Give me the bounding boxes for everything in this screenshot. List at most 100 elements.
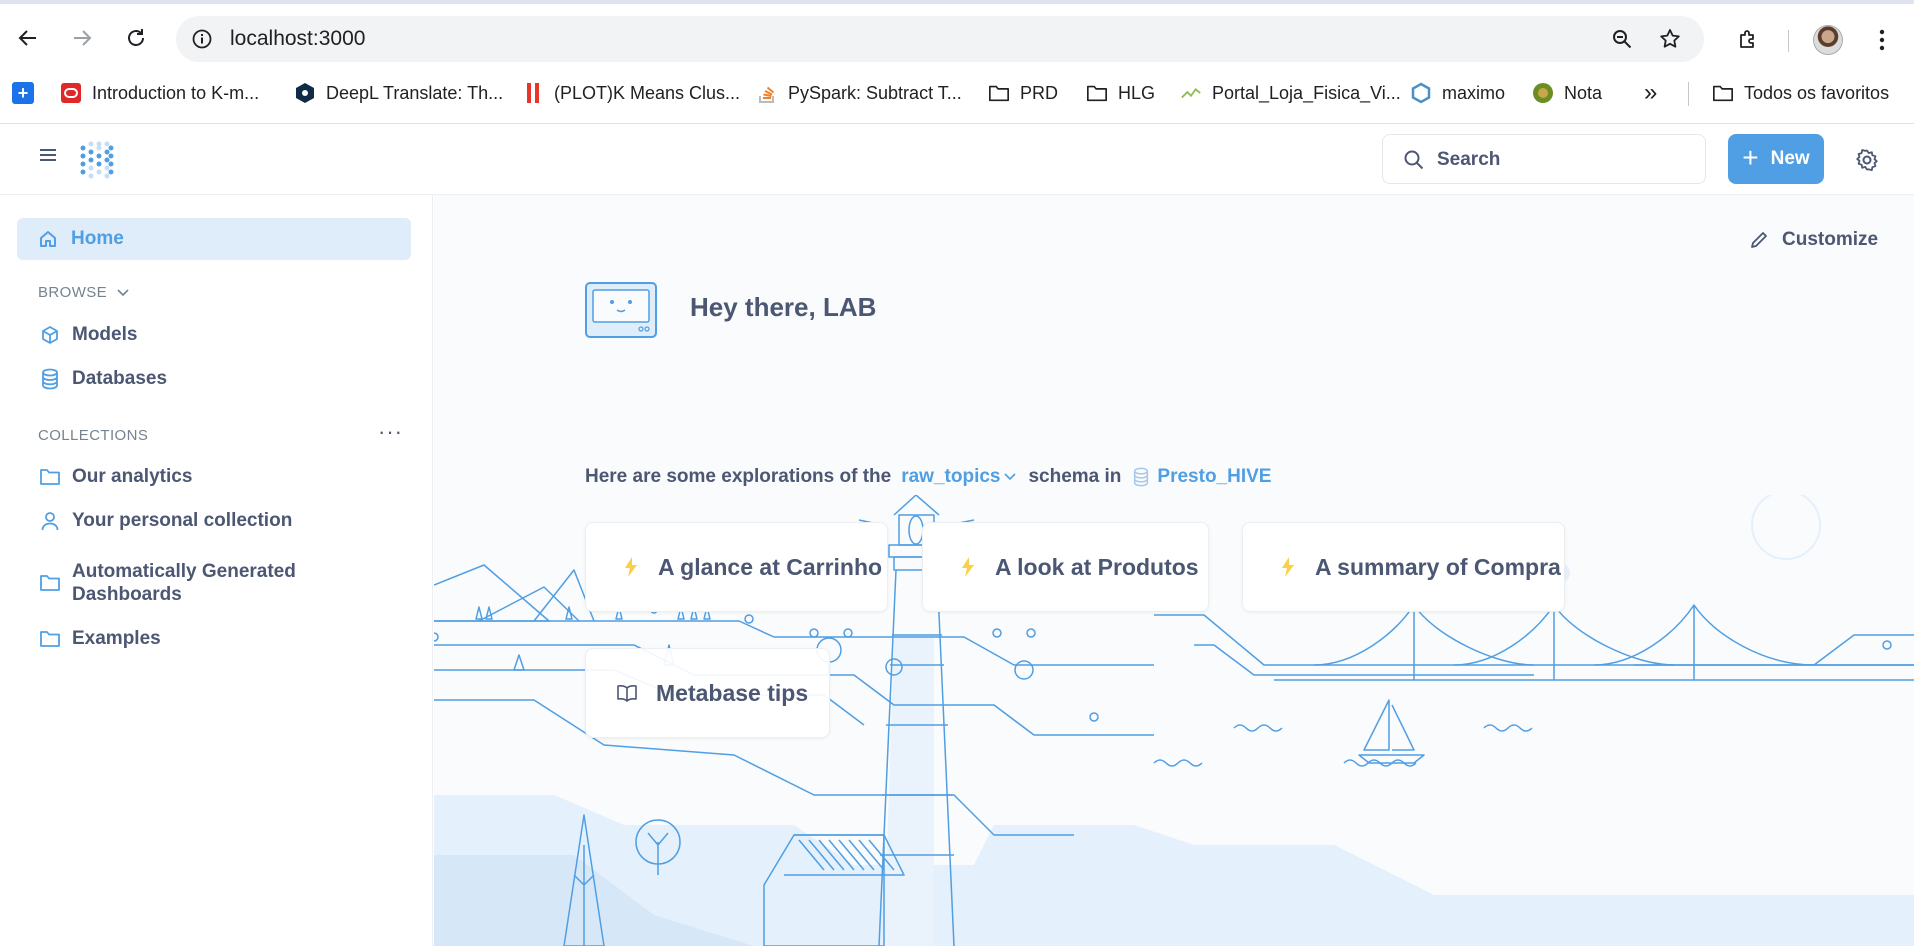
plus-icon: + [1742,141,1759,173]
forward-arrow-icon [74,30,92,46]
chevron-down-icon[interactable] [1004,473,1017,481]
sidebar-item-databases[interactable]: Databases [38,367,167,391]
toolbar-divider [1788,30,1789,52]
bookmark-folder[interactable]: PRD [988,72,1058,114]
folder-icon [1712,82,1734,104]
browse-heading[interactable]: BROWSE [38,284,129,301]
profile-button[interactable] [1810,22,1846,58]
sidebar-item-label: Our analytics [72,466,193,487]
bookmark-item[interactable]: Introduction to K-m... [60,72,259,114]
schema-picker[interactable]: raw_topics [901,466,1000,488]
site-info-icon[interactable] [186,23,218,55]
folder-icon [988,82,1010,104]
bookmark-item[interactable]: Nota [1532,72,1602,114]
search-placeholder: Search [1437,149,1501,170]
medical-plus-icon: + [12,82,34,104]
folder-icon [38,627,62,651]
sidebar-item-home[interactable]: Home [17,218,411,260]
database-icon [38,367,62,391]
cube-icon [38,323,62,347]
address-bar[interactable]: localhost:3000 [176,16,1704,62]
sidebar-item-auto-dashboards[interactable]: Automatically Generated Dashboards [38,560,338,606]
sidebar-item-examples[interactable]: Examples [38,627,161,651]
sidebar-item-models[interactable]: Models [38,323,137,347]
bookmarks-divider [1688,82,1689,106]
stackoverflow-icon [756,82,778,104]
database-icon [1134,467,1149,487]
back-button[interactable] [12,22,44,54]
collections-more-icon[interactable]: ··· [378,421,403,443]
app-header: Search + New [0,124,1914,195]
bookmark-item[interactable]: (PLOT)K Means Clus... [522,72,740,114]
xray-card-compra[interactable]: A summary of Compra [1242,522,1565,612]
lightning-icon [620,556,642,578]
avatar [1813,25,1843,55]
lightning-icon [1277,556,1299,578]
database-link[interactable]: Presto_HIVE [1157,466,1271,488]
xray-card-produtos[interactable]: A look at Produtos [922,522,1209,612]
bookmark-item[interactable]: DeepL Translate: Th... [294,72,503,114]
sidebar-item-personal-collection[interactable]: Your personal collection [38,509,292,533]
browser-chrome: localhost:3000 + Introduction to K-m... [0,0,1914,124]
browser-menu-button[interactable] [1864,22,1900,58]
sidebar-toggle-icon[interactable] [36,146,60,170]
metabase-logo[interactable] [78,140,116,180]
bookmark-star-icon[interactable] [1654,23,1686,55]
nota-icon [1532,82,1554,104]
sidebar-item-our-analytics[interactable]: Our analytics [38,465,192,489]
pencil-icon [1751,232,1767,248]
sidebar-item-label: Examples [72,628,161,649]
zoom-icon[interactable] [1606,23,1638,55]
folder-icon [1086,82,1108,104]
sidebar-item-label: Automatically Generated Dashboards [72,561,296,605]
bookmarks-bar: + Introduction to K-m... DeepL Translate… [0,72,1914,114]
reload-icon [128,29,144,46]
browser-toolbar: localhost:3000 [0,8,1914,68]
more-bookmarks-button[interactable]: » [1644,72,1657,114]
book-icon [616,682,638,704]
customize-button[interactable]: Customize [1748,229,1878,251]
double-chevron-icon: » [1644,79,1658,106]
search-icon [1404,150,1424,170]
person-icon [38,509,62,533]
forward-button[interactable] [66,22,98,54]
greeting-heading: Hey there, LAB [690,292,877,322]
puzzle-icon [1740,30,1754,48]
search-input[interactable]: Search [1382,134,1706,184]
maximo-icon [1410,82,1432,104]
plot-icon [522,82,544,104]
xray-card-carrinho[interactable]: A glance at Carrinho [585,522,888,612]
url-text[interactable]: localhost:3000 [230,16,365,62]
tab-strip-edge [0,0,1914,4]
bookmark-folder[interactable]: HLG [1086,72,1155,114]
chevron-down-icon [117,288,129,296]
sidebar: Home BROWSE Models Databases COLLECTIONS… [0,195,433,946]
extensions-button[interactable] [1730,22,1766,58]
new-button-label: New [1770,148,1810,169]
bookmark-plus[interactable]: + [12,72,44,114]
all-bookmarks-folder[interactable]: Todos os favoritos [1712,72,1889,114]
home-icon [37,228,59,250]
sidebar-item-label: Models [72,324,138,345]
robot-greeting-icon [585,282,657,338]
reload-button[interactable] [120,22,152,54]
lightning-icon [957,556,979,578]
sidebar-item-label: Home [71,228,124,249]
folder-icon [38,571,62,595]
collections-heading: COLLECTIONS [38,427,149,444]
metabase-tips-card[interactable]: Metabase tips [585,648,830,738]
sidebar-item-label: Your personal collection [72,510,293,531]
chart-icon [1180,82,1202,104]
oracle-icon [60,82,82,104]
sidebar-item-label: Databases [72,368,168,389]
new-button[interactable]: + New [1728,134,1824,184]
main-content: Customize Hey there, LAB Here are some e… [434,195,1914,946]
deepl-icon [294,82,316,104]
kebab-menu-icon [1879,29,1885,51]
bookmark-item[interactable]: Portal_Loja_Fisica_Vi... [1180,72,1401,114]
explorations-intro: Here are some explorations of the raw_to… [585,466,1272,488]
gear-icon[interactable] [1855,148,1879,172]
folder-icon [38,465,62,489]
bookmark-item[interactable]: maximo [1410,72,1505,114]
bookmark-item[interactable]: PySpark: Subtract T... [756,72,962,114]
